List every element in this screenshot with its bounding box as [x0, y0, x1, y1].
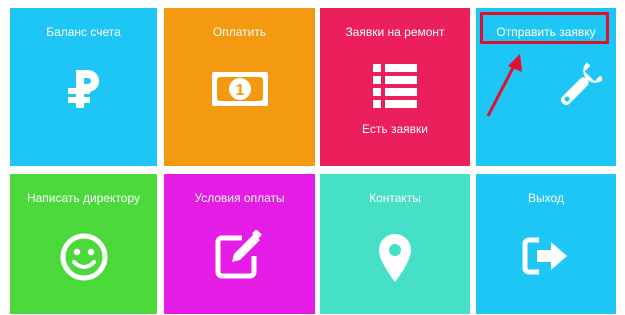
tile-exit-label: Выход	[528, 191, 564, 205]
map-pin-icon	[379, 234, 411, 282]
wrench-icon	[560, 62, 602, 106]
ruble-icon	[67, 70, 99, 108]
tile-repair-requests[interactable]: Заявки на ремонт Есть заявки	[320, 8, 470, 166]
tile-payment-terms-label: Условия оплаты	[194, 191, 285, 205]
tile-pay-label: Оплатить	[212, 25, 267, 39]
edit-icon	[215, 230, 262, 279]
tile-pay[interactable]: Оплатить 1	[164, 8, 315, 166]
tile-write-director-label: Написать директору	[26, 191, 141, 205]
svg-text:1: 1	[235, 82, 244, 99]
dashboard-grid: Баланс счета Оплатить 1 Заявки на ремонт…	[0, 0, 625, 315]
smiley-icon	[60, 233, 107, 281]
list-icon	[373, 64, 417, 108]
tile-balance[interactable]: Баланс счета	[10, 8, 157, 166]
highlight-box	[480, 12, 609, 44]
banknote-icon: 1	[211, 72, 268, 106]
tile-repair-requests-label: Заявки на ремонт	[345, 25, 445, 39]
tile-contacts[interactable]: Контакты	[320, 174, 470, 314]
tile-contacts-label: Контакты	[369, 191, 421, 205]
pointer-arrow-icon	[486, 54, 522, 117]
tile-payment-terms[interactable]: Условия оплаты	[164, 174, 315, 314]
tile-exit[interactable]: Выход	[476, 174, 616, 314]
tile-write-director[interactable]: Написать директору	[10, 174, 157, 314]
exit-icon	[522, 237, 567, 275]
tile-repair-requests-status: Есть заявки	[362, 122, 428, 136]
tile-balance-label: Баланс счета	[46, 25, 121, 39]
